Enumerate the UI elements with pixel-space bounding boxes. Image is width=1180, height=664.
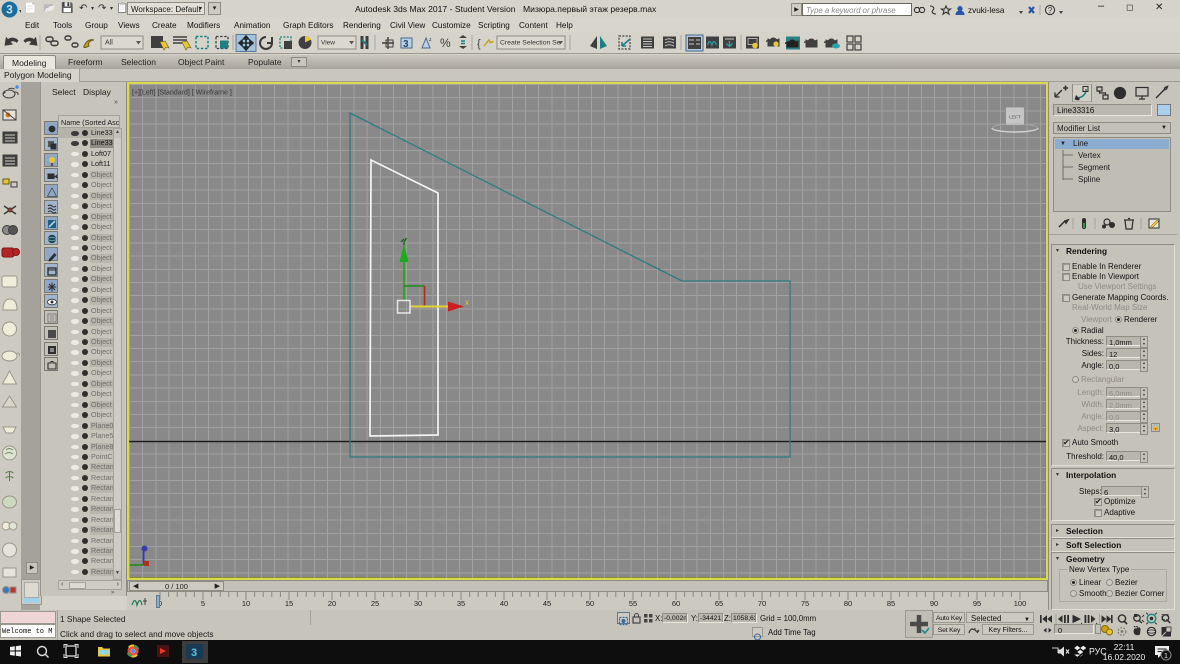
svg-text:x: x: [465, 298, 469, 307]
svg-text:3: 3: [191, 647, 197, 659]
svg-text:All: All: [105, 40, 113, 47]
svg-text:%: %: [440, 36, 451, 50]
svg-text:View: View: [321, 40, 335, 47]
svg-text:16.02.2020: 16.02.2020: [1103, 652, 1146, 662]
svg-text:22:11: 22:11: [1114, 642, 1135, 652]
svg-text:Create Selection Se: Create Selection Se: [500, 40, 561, 47]
svg-text:?: ?: [1048, 6, 1053, 15]
svg-text:LEFT: LEFT: [1009, 115, 1021, 121]
svg-text:1: 1: [1164, 651, 1168, 660]
svg-text:[+][Left] [Standard] [ Wirefra: [+][Left] [Standard] [ Wireframe ]: [132, 90, 232, 97]
svg-text:{: {: [477, 38, 481, 50]
svg-text:²: ²: [429, 38, 432, 45]
svg-text:3: 3: [6, 3, 13, 17]
svg-text:3: 3: [403, 39, 409, 50]
svg-text:zvuki-lesa: zvuki-lesa: [968, 6, 1005, 15]
